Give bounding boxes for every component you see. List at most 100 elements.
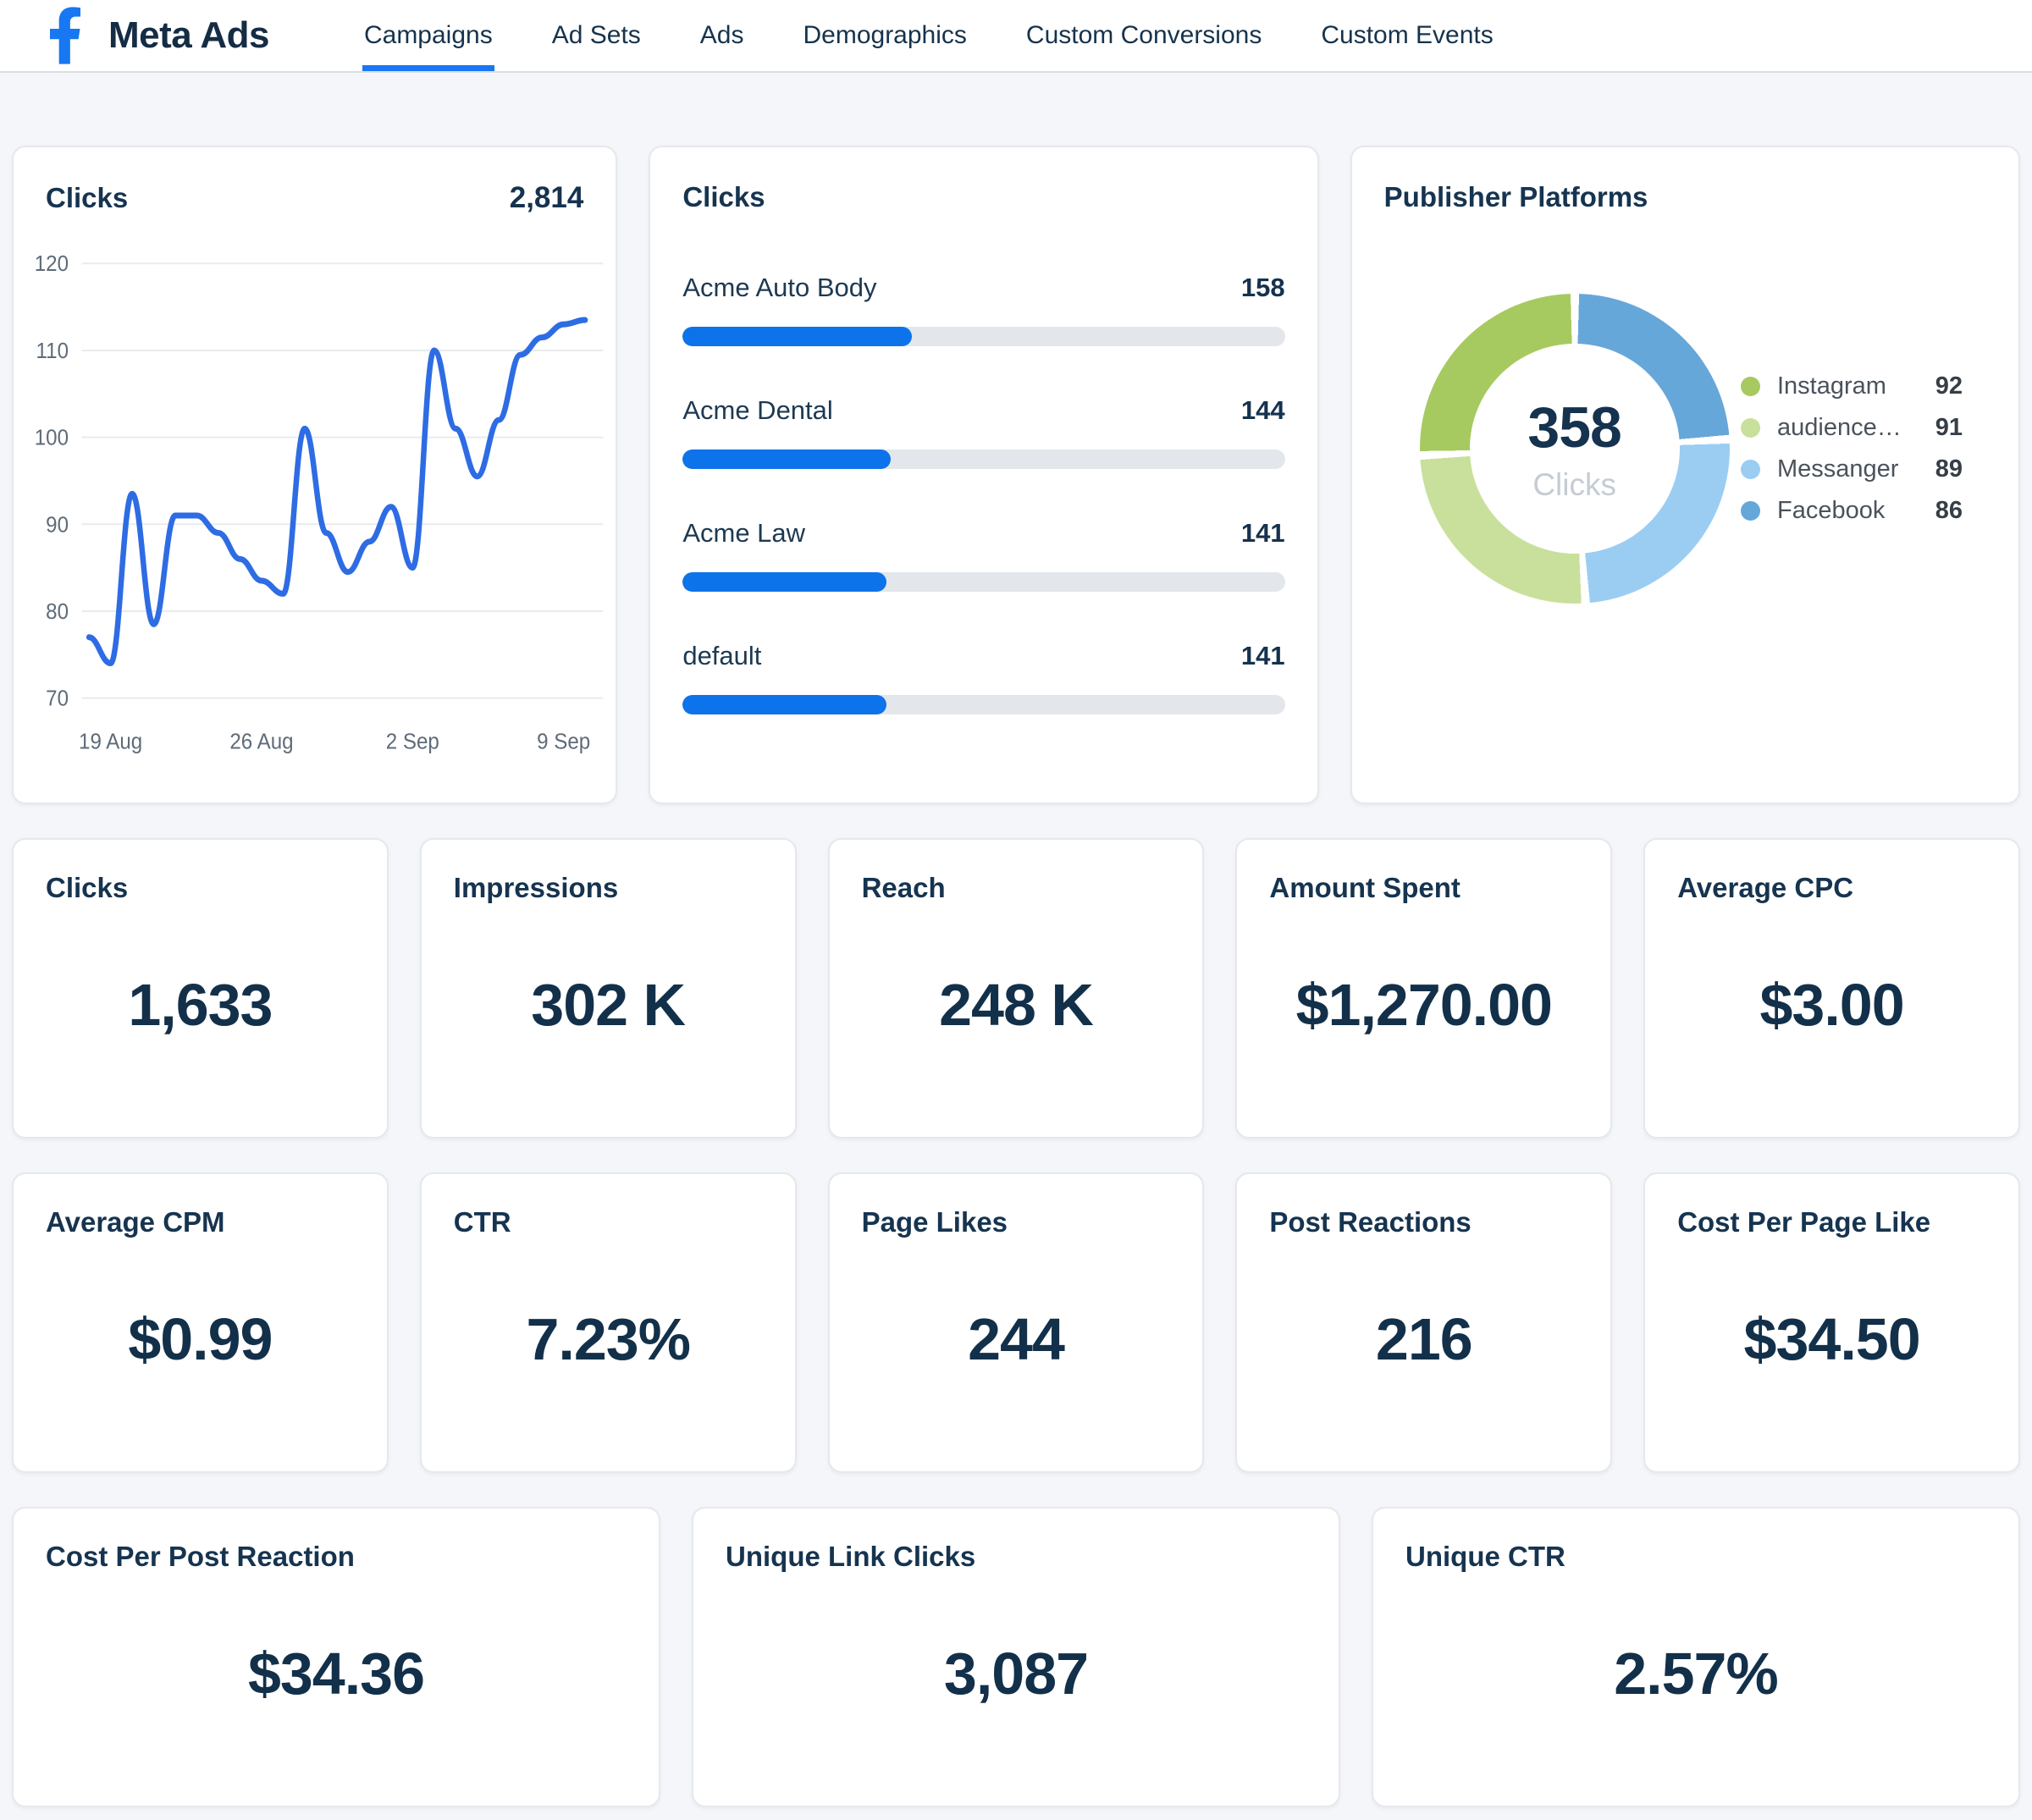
tab-ad-sets[interactable]: Ad Sets — [550, 0, 643, 71]
bar-fill — [682, 695, 886, 714]
bar-row-default: default 141 — [682, 641, 1284, 714]
svg-text:70: 70 — [46, 687, 69, 711]
chart-total-value: 2,814 — [510, 181, 584, 215]
publisher-platforms-donut-chart: 358 Clicks — [1420, 294, 1730, 604]
tab-ads[interactable]: Ads — [698, 0, 746, 71]
kpi-card-amount-spent: Amount Spent $1,270.00 — [1235, 838, 1612, 1139]
legend-dot-icon — [1741, 418, 1760, 438]
kpi-label: Amount Spent — [1269, 872, 1578, 904]
tab-demographics[interactable]: Demographics — [801, 0, 968, 71]
card-title: Publisher Platforms — [1384, 181, 1986, 213]
bar-fill — [682, 449, 891, 469]
bar-label: default — [682, 641, 761, 671]
bar-fill — [682, 572, 886, 592]
clicks-line-chart-card: Clicks 2,814 70809010011012019 Aug26 Aug… — [12, 146, 617, 804]
kpi-label: Clicks — [46, 872, 355, 904]
legend-dot-icon — [1741, 501, 1760, 521]
legend-dot-icon — [1741, 460, 1760, 479]
kpi-label: CTR — [454, 1206, 763, 1238]
legend-item-audience: audience… 91 — [1741, 414, 1963, 442]
kpi-value: 244 — [968, 1305, 1064, 1373]
kpi-row-1: Clicks 1,633 Impressions 302 K Reach 248 K… — [12, 838, 2020, 1139]
app-title: Meta Ads — [108, 14, 269, 57]
kpi-value: 216 — [1376, 1305, 1472, 1373]
brand: Meta Ads — [47, 0, 269, 71]
kpi-card-cost-per-post-reaction: Cost Per Post Reaction $34.36 — [12, 1507, 660, 1807]
svg-text:9 Sep: 9 Sep — [537, 730, 590, 754]
legend-item-facebook: Facebook 86 — [1741, 497, 1963, 525]
kpi-label: Unique Link Clicks — [726, 1541, 1306, 1573]
bar-value: 158 — [1241, 273, 1285, 303]
bar-value: 141 — [1241, 641, 1285, 671]
legend-dot-icon — [1741, 377, 1760, 396]
donut-wrap: 358 Clicks Instagram 92 audience… 91 Mes… — [1384, 294, 1986, 604]
legend-label: Messanger — [1777, 455, 1898, 483]
kpi-card-cost-per-page-like: Cost Per Page Like $34.50 — [1643, 1172, 2020, 1473]
dashboard: Clicks 2,814 70809010011012019 Aug26 Aug… — [0, 146, 2032, 1807]
legend-value: 86 — [1935, 497, 1963, 525]
kpi-label: Cost Per Page Like — [1677, 1206, 1986, 1238]
clicks-line-chart: 70809010011012019 Aug26 Aug2 Sep9 Sep — [14, 147, 616, 802]
legend-item-messanger: Messanger 89 — [1741, 455, 1963, 483]
kpi-card-page-likes: Page Likes 244 — [828, 1172, 1205, 1473]
donut-total-value: 358 — [1527, 394, 1621, 461]
kpi-value: 248 K — [939, 971, 1093, 1039]
kpi-value: $3.00 — [1760, 971, 1904, 1039]
svg-text:100: 100 — [35, 426, 69, 450]
bar-value: 141 — [1241, 518, 1285, 549]
kpi-value: 2.57% — [1614, 1640, 1777, 1707]
kpi-card-average-cpm: Average CPM $0.99 — [12, 1172, 389, 1473]
kpi-card-ctr: CTR 7.23% — [420, 1172, 797, 1473]
kpi-value: 7.23% — [526, 1305, 689, 1373]
publisher-platforms-card: Publisher Platforms 358 Clicks Instagram… — [1350, 146, 2020, 804]
kpi-value: 302 K — [531, 971, 685, 1039]
kpi-value: $0.99 — [128, 1305, 272, 1373]
legend-label: audience… — [1777, 414, 1902, 442]
kpi-value: $34.36 — [248, 1640, 424, 1707]
card-title: Clicks — [46, 182, 128, 214]
bar-label: Acme Dental — [682, 395, 832, 426]
svg-text:120: 120 — [35, 252, 69, 277]
bar-track — [682, 449, 1284, 469]
kpi-card-unique-ctr: Unique CTR 2.57% — [1372, 1507, 2020, 1807]
kpi-value: 1,633 — [128, 971, 272, 1039]
bar-row-acme-dental: Acme Dental 144 — [682, 395, 1284, 469]
kpi-value: $1,270.00 — [1296, 971, 1552, 1039]
bar-label: Acme Law — [682, 518, 805, 549]
card-title: Clicks — [682, 181, 1284, 213]
bar-value: 144 — [1241, 395, 1285, 426]
donut-total-label: Clicks — [1532, 467, 1616, 503]
kpi-label: Page Likes — [862, 1206, 1171, 1238]
bar-list: Acme Auto Body 158 Acme Dental 144 Acme … — [682, 273, 1284, 714]
bar-track — [682, 572, 1284, 592]
kpi-card-average-cpc: Average CPC $3.00 — [1643, 838, 2020, 1139]
app-header: Meta Ads Campaigns Ad Sets Ads Demographics… — [0, 0, 2032, 73]
legend-value: 89 — [1935, 455, 1963, 483]
svg-text:2 Sep: 2 Sep — [386, 730, 439, 754]
kpi-card-unique-link-clicks: Unique Link Clicks 3,087 — [692, 1507, 1340, 1807]
bar-fill — [682, 327, 911, 346]
bar-track — [682, 695, 1284, 714]
kpi-label: Impressions — [454, 872, 763, 904]
tab-custom-events[interactable]: Custom Events — [1319, 0, 1494, 71]
kpi-value: $34.50 — [1744, 1305, 1920, 1373]
kpi-card-clicks: Clicks 1,633 — [12, 838, 389, 1139]
clicks-bar-list-card: Clicks Acme Auto Body 158 Acme Dental 14… — [649, 146, 1318, 804]
facebook-logo-icon — [47, 6, 83, 65]
legend-value: 91 — [1935, 414, 1963, 442]
kpi-label: Cost Per Post Reaction — [46, 1541, 627, 1573]
kpi-label: Reach — [862, 872, 1171, 904]
kpi-label: Post Reactions — [1269, 1206, 1578, 1238]
chart-header: Clicks 2,814 — [46, 181, 583, 215]
tab-campaigns[interactable]: Campaigns — [362, 0, 494, 71]
kpi-row-2: Average CPM $0.99CTR 7.23%Page Likes 244… — [12, 1172, 2020, 1473]
donut-center: 358 Clicks — [1470, 344, 1680, 554]
bar-track — [682, 327, 1284, 346]
svg-text:26 Aug: 26 Aug — [229, 730, 293, 754]
svg-text:19 Aug: 19 Aug — [79, 730, 142, 754]
svg-text:80: 80 — [46, 599, 69, 624]
svg-text:90: 90 — [46, 513, 69, 538]
tab-custom-conversions[interactable]: Custom Conversions — [1024, 0, 1263, 71]
charts-row: Clicks 2,814 70809010011012019 Aug26 Aug… — [12, 146, 2020, 804]
legend-item-instagram: Instagram 92 — [1741, 372, 1963, 400]
